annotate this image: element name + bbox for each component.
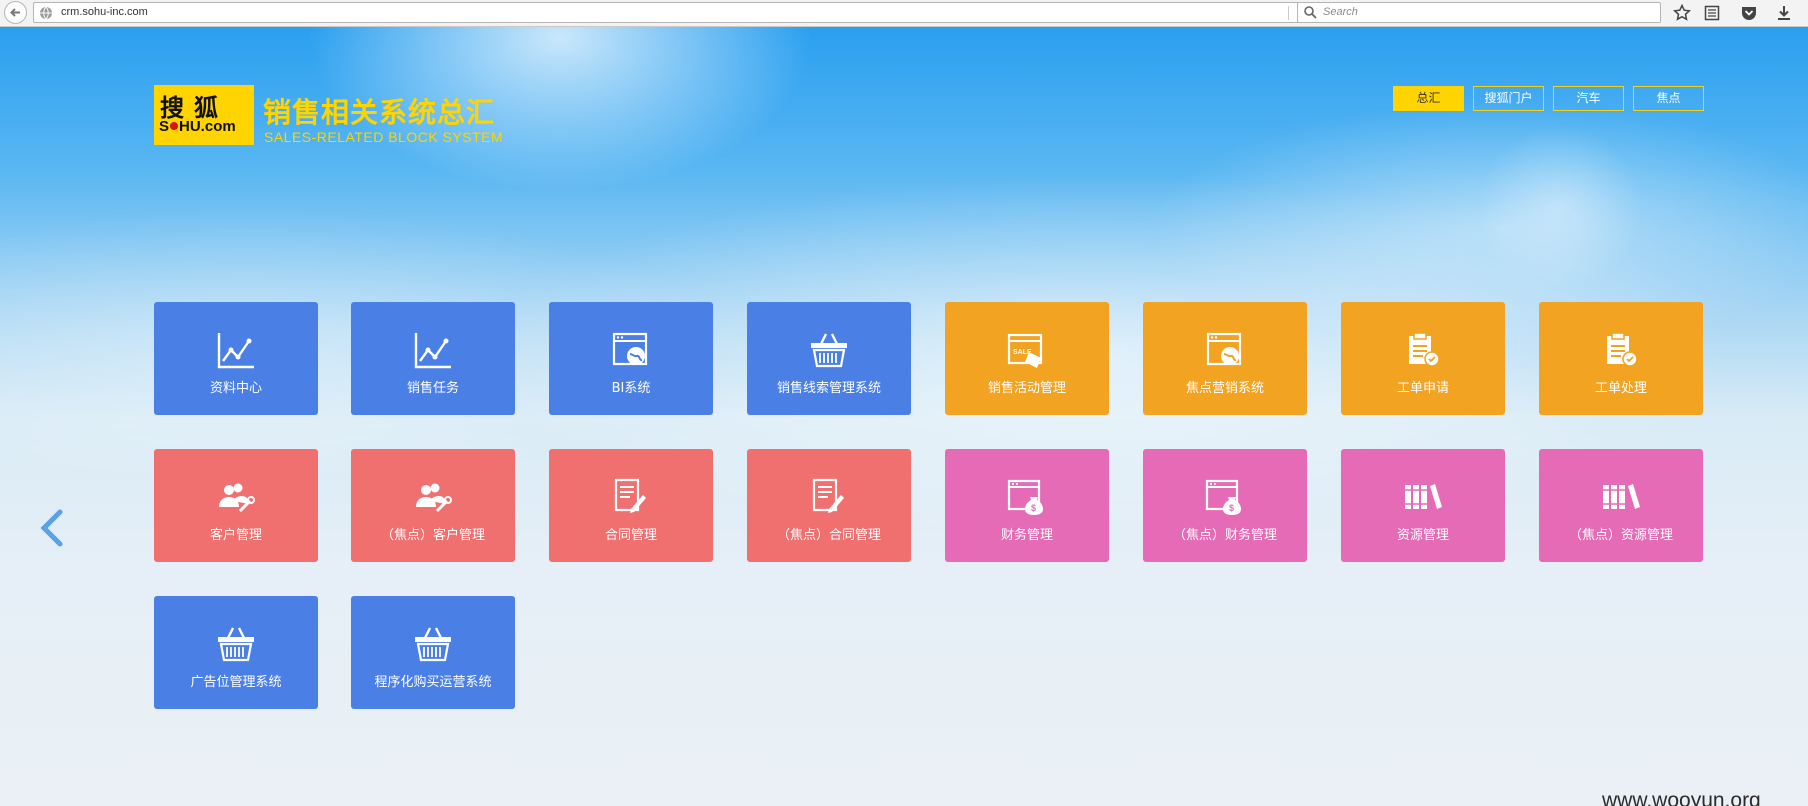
tile-resource-mgmt[interactable]: 资源管理 xyxy=(1341,449,1505,562)
tile-sales-activity[interactable]: SALE 销售活动管理 xyxy=(945,302,1109,415)
tile-sales-leads[interactable]: 销售线索管理系统 xyxy=(747,302,911,415)
pocket-icon[interactable] xyxy=(1740,4,1758,22)
basket-icon xyxy=(415,627,451,662)
tile-label: （焦点）财务管理 xyxy=(1172,528,1277,543)
web-globe-icon xyxy=(612,332,648,366)
chevron-left-icon[interactable] xyxy=(38,508,66,548)
watermark: www.wooyun.org xyxy=(1602,789,1761,806)
tile-ad-slot-mgmt[interactable]: 广告位管理系统 xyxy=(154,596,318,709)
sale-tag-icon: SALE xyxy=(1007,333,1043,368)
topnav-sohu-portal[interactable]: 搜狐门户 xyxy=(1473,86,1544,111)
tile-bi-system[interactable]: BI系统 xyxy=(549,302,713,415)
tile-label: 销售活动管理 xyxy=(987,381,1066,396)
url-divider xyxy=(1288,6,1289,20)
tile-label: 广告位管理系统 xyxy=(190,675,282,690)
logo-en-left: S xyxy=(159,118,170,135)
tile-focus-marketing[interactable]: 焦点营销系统 xyxy=(1143,302,1307,415)
topnav-focus[interactable]: 焦点 xyxy=(1633,86,1704,111)
page-subtitle: SALES-RELATED BLOCK SYSTEM xyxy=(264,129,504,145)
tile-label: 销售线索管理系统 xyxy=(776,381,881,396)
logo-en-right: HU.com xyxy=(179,118,236,135)
tile-finance-mgmt[interactable]: $ 财务管理 xyxy=(945,449,1109,562)
browser-toolbar: crm.sohu-inc.com Search xyxy=(0,0,1808,27)
topnav-auto[interactable]: 汽车 xyxy=(1553,86,1624,111)
tile-label: （焦点）资源管理 xyxy=(1568,528,1673,543)
tile-label: 焦点营销系统 xyxy=(1185,381,1264,396)
users-wrench-icon xyxy=(416,483,452,513)
clipboard-icon xyxy=(1607,332,1638,367)
tile-label: 程序化购买运营系统 xyxy=(374,675,492,690)
tile-ticket-apply[interactable]: 工单申请 xyxy=(1341,302,1505,415)
bookmarks-list-icon[interactable] xyxy=(1703,4,1721,22)
page-title: 销售相关系统总汇 xyxy=(263,96,496,129)
back-arrow-icon xyxy=(10,8,20,17)
web-globe-icon xyxy=(1206,332,1242,366)
tile-label: 工单处理 xyxy=(1594,381,1647,396)
line-chart-icon xyxy=(217,333,254,369)
tile-label: 销售任务 xyxy=(406,381,459,396)
tile-label: 资料中心 xyxy=(209,381,262,396)
basket-icon xyxy=(218,627,254,662)
globe-icon xyxy=(40,6,52,20)
topnav-summary[interactable]: 总汇 xyxy=(1393,86,1464,111)
search-bar[interactable]: Search xyxy=(1297,2,1661,23)
page-body: 搜狐 S HU.com 销售相关系统总汇 SALES-RELATED BLOCK … xyxy=(0,27,1808,806)
tile-label: 客户管理 xyxy=(209,528,262,543)
tile-ticket-process[interactable]: 工单处理 xyxy=(1539,302,1703,415)
contract-edit-icon xyxy=(812,478,844,513)
tile-data-center[interactable]: 资料中心 xyxy=(154,302,318,415)
address-bar[interactable]: crm.sohu-inc.com xyxy=(33,2,1316,23)
search-icon xyxy=(1304,6,1317,19)
tile-programmatic-ops[interactable]: 程序化购买运营系统 xyxy=(351,596,515,709)
tile-contract-mgmt[interactable]: 合同管理 xyxy=(549,449,713,562)
basket-icon xyxy=(811,333,847,368)
tile-label: （焦点）客户管理 xyxy=(380,528,485,543)
tile-focus-customer-mgmt[interactable]: （焦点）客户管理 xyxy=(351,449,515,562)
tile-label: 财务管理 xyxy=(1000,528,1053,543)
books-icon xyxy=(1405,484,1442,509)
tile-focus-contract-mgmt[interactable]: （焦点）合同管理 xyxy=(747,449,911,562)
line-chart-icon xyxy=(414,333,451,369)
download-icon[interactable] xyxy=(1775,4,1793,22)
money-bag-icon: $ xyxy=(1007,479,1043,515)
back-button[interactable] xyxy=(4,1,27,24)
bookmark-star-icon[interactable] xyxy=(1673,4,1691,22)
money-bag-icon: $ xyxy=(1205,479,1241,515)
tile-label: 合同管理 xyxy=(604,528,657,543)
tile-sales-task[interactable]: 销售任务 xyxy=(351,302,515,415)
search-placeholder: Search xyxy=(1323,6,1358,18)
contract-edit-icon xyxy=(614,478,646,513)
tile-focus-finance-mgmt[interactable]: $ （焦点）财务管理 xyxy=(1143,449,1307,562)
sohu-logo[interactable]: 搜狐 S HU.com xyxy=(154,85,254,145)
users-wrench-icon xyxy=(219,483,255,513)
books-icon xyxy=(1603,484,1640,509)
tile-label: 资源管理 xyxy=(1396,528,1449,543)
logo-english-text: S HU.com xyxy=(159,118,236,135)
tile-label: 工单申请 xyxy=(1396,381,1449,396)
svg-text:$: $ xyxy=(1229,503,1234,513)
tile-label: （焦点）合同管理 xyxy=(776,528,881,543)
logo-dot xyxy=(170,122,179,130)
tile-focus-resource-mgmt[interactable]: （焦点）资源管理 xyxy=(1539,449,1703,562)
url-text: crm.sohu-inc.com xyxy=(61,6,148,18)
tile-customer-mgmt[interactable]: 客户管理 xyxy=(154,449,318,562)
tile-label: BI系统 xyxy=(611,381,651,396)
svg-text:$: $ xyxy=(1031,503,1036,513)
clipboard-icon xyxy=(1409,332,1440,367)
